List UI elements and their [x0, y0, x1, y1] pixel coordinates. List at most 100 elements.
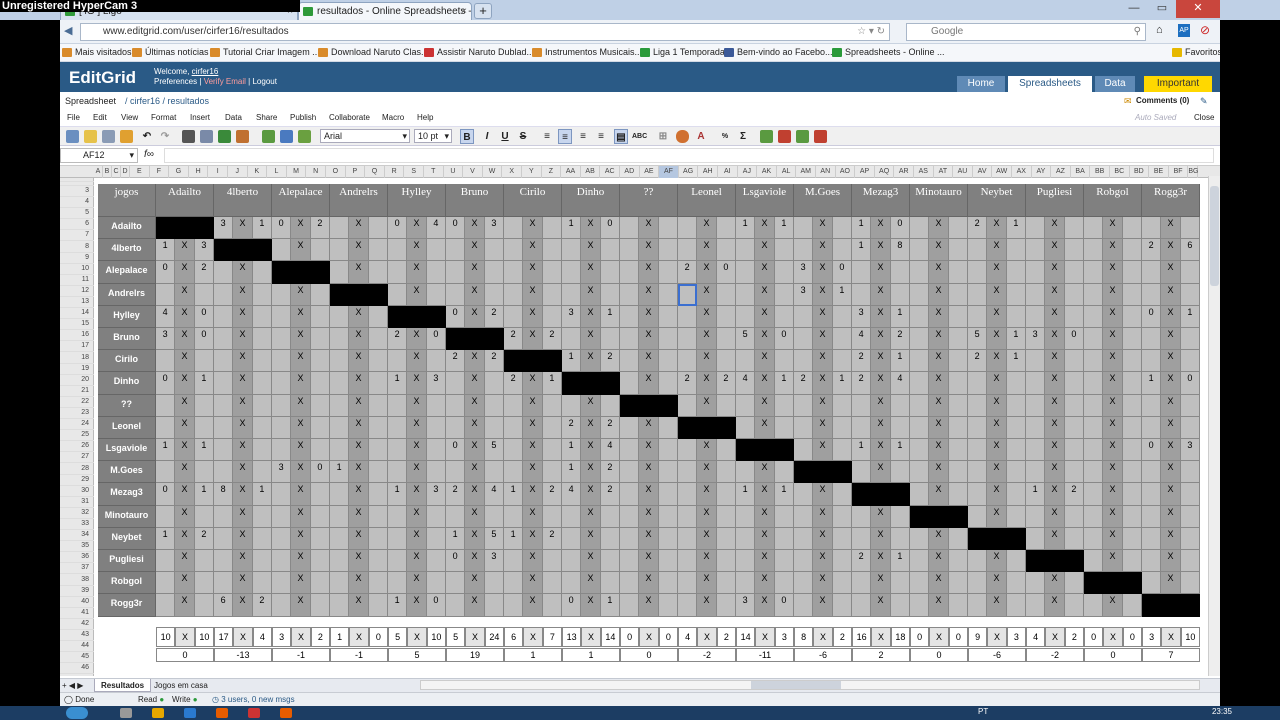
versus-cell[interactable]: X	[871, 350, 891, 373]
away-goals-cell[interactable]	[194, 394, 214, 417]
goals-for-total[interactable]: 9	[968, 626, 988, 647]
team-header[interactable]: Mezag3	[852, 184, 910, 217]
home-goals-cell[interactable]	[156, 394, 176, 417]
column-header[interactable]: N	[306, 166, 326, 178]
away-goals-cell[interactable]	[1006, 505, 1026, 528]
home-goals-cell[interactable]	[794, 328, 814, 351]
home-goals-cell[interactable]	[910, 305, 930, 328]
away-goals-cell[interactable]	[1064, 350, 1084, 373]
away-goals-cell[interactable]	[1122, 372, 1142, 395]
goals-against-total[interactable]: 10	[426, 626, 446, 647]
column-header[interactable]: AL	[777, 166, 797, 178]
away-goals-cell[interactable]: 2	[600, 350, 620, 373]
home-goals-cell[interactable]	[1084, 505, 1104, 528]
away-goals-cell[interactable]	[716, 461, 736, 484]
goal-difference[interactable]: 2	[852, 647, 910, 662]
home-goals-cell[interactable]	[214, 461, 234, 484]
goals-against-total[interactable]: 2	[832, 626, 852, 647]
versus-cell[interactable]: X	[291, 305, 311, 328]
away-goals-cell[interactable]	[1006, 239, 1026, 262]
goals-against-total[interactable]: 2	[310, 626, 330, 647]
column-header[interactable]: C	[112, 166, 121, 178]
home-goals-cell[interactable]	[504, 505, 524, 528]
goal-difference[interactable]: 0	[910, 647, 968, 662]
home-goals-cell[interactable]	[678, 350, 698, 373]
versus-cell[interactable]: X	[233, 217, 253, 240]
away-goals-cell[interactable]	[252, 261, 272, 284]
nav-data[interactable]: Data	[1095, 76, 1135, 92]
row-header[interactable]: 5	[60, 208, 94, 220]
away-goals-cell[interactable]	[948, 572, 968, 595]
home-goals-cell[interactable]	[852, 572, 872, 595]
home-goals-cell[interactable]	[1142, 328, 1162, 351]
away-goals-cell[interactable]: 1	[1006, 217, 1026, 240]
start-button[interactable]	[66, 707, 88, 719]
versus-cell[interactable]: X	[697, 505, 717, 528]
away-goals-cell[interactable]: 0	[600, 217, 620, 240]
versus-cell[interactable]: X	[871, 550, 891, 573]
away-goals-cell[interactable]	[1180, 416, 1200, 439]
away-goals-cell[interactable]	[716, 217, 736, 240]
home-goals-cell[interactable]: 0	[272, 217, 292, 240]
column-header[interactable]: AI	[718, 166, 738, 178]
row-header[interactable]: 43	[60, 630, 94, 642]
versus-cell[interactable]: X	[291, 394, 311, 417]
home-goals-cell[interactable]	[620, 416, 640, 439]
home-goals-cell[interactable]: 2	[852, 372, 872, 395]
away-goals-cell[interactable]	[716, 239, 736, 262]
away-goals-cell[interactable]	[832, 416, 852, 439]
away-goals-cell[interactable]: 3	[426, 483, 446, 506]
row-header[interactable]: 12	[60, 286, 94, 297]
goals-against-total[interactable]: 4	[252, 626, 272, 647]
away-goals-cell[interactable]	[948, 461, 968, 484]
taskbar-app-icon[interactable]	[152, 708, 164, 718]
column-header[interactable]: AJ	[738, 166, 758, 178]
home-goals-cell[interactable]	[620, 550, 640, 573]
versus-cell[interactable]: X	[1045, 505, 1065, 528]
away-goals-cell[interactable]	[1064, 461, 1084, 484]
versus-cell[interactable]: X	[233, 305, 253, 328]
home-goals-cell[interactable]	[852, 261, 872, 284]
taskbar-app-icon[interactable]	[248, 708, 260, 718]
versus-cell[interactable]: X	[349, 505, 369, 528]
home-goals-cell[interactable]	[214, 550, 234, 573]
row-header[interactable]: 28	[60, 464, 94, 475]
home-goals-cell[interactable]	[446, 416, 466, 439]
versus-total[interactable]: X	[291, 626, 311, 647]
versus-cell[interactable]: X	[813, 305, 833, 328]
versus-cell[interactable]: X	[349, 217, 369, 240]
versus-cell[interactable]: X	[1161, 572, 1181, 595]
away-goals-cell[interactable]	[1006, 439, 1026, 462]
column-header[interactable]: J	[228, 166, 248, 178]
print-icon[interactable]	[200, 130, 213, 143]
versus-cell[interactable]: X	[407, 261, 427, 284]
away-goals-cell[interactable]	[890, 505, 910, 528]
goals-for-total[interactable]: 14	[736, 626, 756, 647]
row-header[interactable]: 16	[60, 330, 94, 342]
chart-icon[interactable]	[280, 130, 293, 143]
home-goals-cell[interactable]	[910, 594, 930, 617]
versus-cell[interactable]: X	[465, 394, 485, 417]
versus-cell[interactable]: X	[523, 328, 543, 351]
away-goals-cell[interactable]	[658, 350, 678, 373]
home-goals-cell[interactable]	[736, 505, 756, 528]
away-goals-cell[interactable]: 1	[832, 372, 852, 395]
versus-cell[interactable]: X	[987, 305, 1007, 328]
versus-cell[interactable]: X	[349, 261, 369, 284]
versus-cell[interactable]: X	[523, 505, 543, 528]
away-goals-cell[interactable]	[1122, 261, 1142, 284]
home-goals-cell[interactable]	[330, 305, 350, 328]
versus-cell[interactable]: X	[697, 439, 717, 462]
versus-total[interactable]: X	[639, 626, 659, 647]
function-icon[interactable]: f∞	[144, 149, 154, 160]
home-goals-cell[interactable]	[504, 217, 524, 240]
home-goals-cell[interactable]: 1	[1142, 372, 1162, 395]
search-input[interactable]: Google ⚲	[906, 23, 1146, 41]
column-header[interactable]: V	[463, 166, 483, 178]
verify-email-link[interactable]: Verify Email	[204, 77, 246, 86]
versus-cell[interactable]: X	[871, 416, 891, 439]
versus-cell[interactable]: X	[697, 550, 717, 573]
away-goals-cell[interactable]	[1006, 550, 1026, 573]
row-header[interactable]: 34	[60, 530, 94, 542]
versus-cell[interactable]: X	[523, 372, 543, 395]
